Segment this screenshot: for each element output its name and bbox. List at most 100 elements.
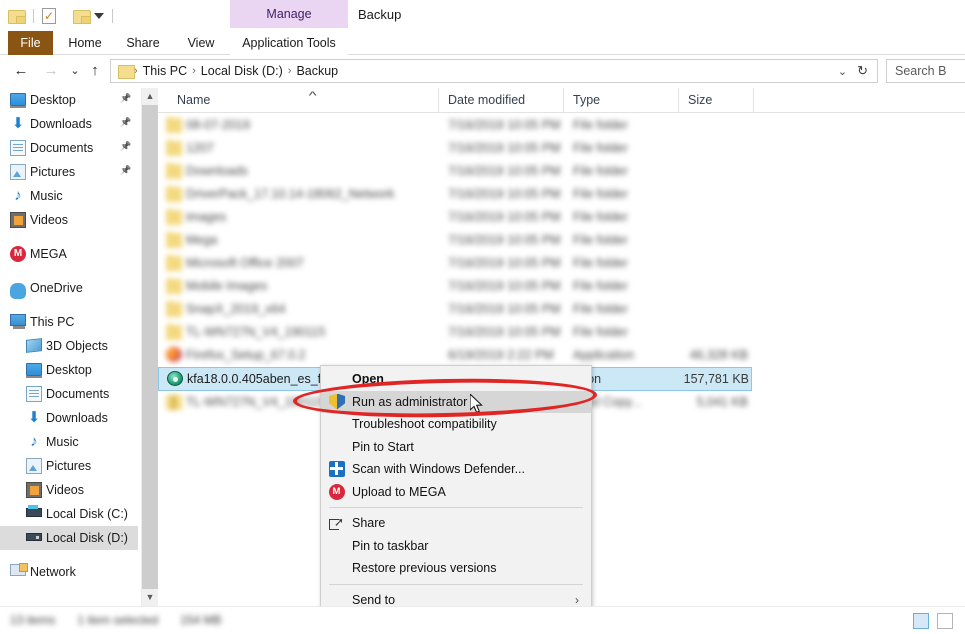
sidebar-item-pictures[interactable]: Pictures — [0, 454, 138, 478]
menu-item-open[interactable]: Open — [321, 368, 591, 391]
table-row[interactable]: Mega 7/16/2019 10:05 PM File folder — [158, 229, 965, 252]
sidebar-item-videos[interactable]: Videos — [0, 478, 138, 502]
back-button[interactable]: ← — [10, 60, 32, 82]
menu-item-restore-previous-versions[interactable]: Restore previous versions — [321, 557, 591, 580]
file-size: 157,781 KB — [683, 372, 749, 386]
file-size: 5,041 KB — [696, 395, 748, 409]
menu-item-label: Share — [352, 516, 386, 530]
sidebar-item-network[interactable]: Network — [0, 560, 138, 584]
large-icons-view-button[interactable] — [937, 613, 953, 629]
table-row[interactable]: images 7/16/2019 10:05 PM File folder — [158, 206, 965, 229]
sidebar-item-onedrive[interactable]: OneDrive — [0, 276, 138, 300]
tab-view[interactable]: View — [177, 31, 225, 55]
sidebar-item-this-pc[interactable]: This PC — [0, 310, 138, 334]
shield-icon — [329, 393, 345, 410]
sidebar-item-downloads[interactable]: ⬇ Downloads — [0, 406, 138, 430]
sidebar-item-label: Documents — [30, 141, 94, 155]
contextual-tab-group-label: Manage — [266, 7, 312, 21]
folder-icon[interactable] — [8, 9, 26, 24]
breadcrumb-local-disk-d[interactable]: Local Disk (D:) — [196, 64, 288, 78]
menu-item-run-as-administrator[interactable]: Run as administrator — [321, 390, 591, 413]
documents-icon — [10, 140, 26, 156]
sidebar-item-videos[interactable]: Videos — [0, 208, 138, 232]
file-explorer-window: Manage Backup File Home Share View Appli… — [0, 0, 965, 634]
pin-icon[interactable]: 📌 — [120, 165, 132, 178]
tab-file[interactable]: File — [8, 31, 53, 55]
file-size — [628, 160, 748, 183]
sidebar-item-local-disk-d[interactable]: Local Disk (D:) — [0, 526, 138, 550]
tab-home[interactable]: Home — [59, 31, 111, 55]
context-menu: Open Run as administrator Troubleshoot com… — [320, 365, 592, 634]
sidebar-item-local-disk-c[interactable]: Local Disk (C:) — [0, 502, 138, 526]
file-name: 08-07-2019 — [186, 118, 250, 132]
sidebar-item-label: OneDrive — [30, 281, 83, 295]
refresh-icon[interactable]: ↻ — [855, 63, 877, 79]
table-row[interactable]: Mobile Images 7/16/2019 10:05 PM File fold… — [158, 275, 965, 298]
sidebar-item-documents[interactable]: Documents 📌 — [0, 136, 138, 160]
file-name: Microsoft Office 2007 — [186, 256, 304, 270]
sidebar-item-desktop[interactable]: Desktop 📌 — [0, 88, 138, 112]
properties-icon[interactable] — [42, 8, 56, 24]
title-bar: Manage Backup — [0, 0, 965, 32]
scroll-down-icon[interactable]: ▼ — [142, 589, 158, 606]
table-row[interactable]: TL-WN727N_V4_190115 7/16/2019 10:05 PM Fil… — [158, 321, 965, 344]
sidebar-item-mega[interactable]: MEGA — [0, 242, 138, 266]
drive-d-icon — [26, 533, 42, 541]
recent-locations-button[interactable]: ⌄ — [64, 60, 86, 82]
sidebar-item-desktop[interactable]: Desktop — [0, 358, 138, 382]
details-view-button[interactable] — [913, 613, 929, 629]
file-date-modified: 6/19/2019 2:22 PM — [448, 348, 554, 362]
scroll-up-icon[interactable]: ▲ — [142, 88, 158, 105]
column-header-size[interactable]: Size — [678, 88, 753, 113]
menu-separator — [329, 583, 583, 585]
table-row[interactable]: Firefox_Setup_67.0.2 6/19/2019 2:22 PM App… — [158, 344, 965, 367]
chevron-down-icon[interactable]: ⌄ — [830, 65, 855, 78]
column-header-name[interactable]: Name ^ — [168, 88, 438, 113]
menu-item-pin-to-start[interactable]: Pin to Start — [321, 436, 591, 459]
pin-icon[interactable]: 📌 — [120, 117, 132, 130]
pin-icon[interactable]: 📌 — [120, 141, 132, 154]
sidebar-item-music[interactable]: ♪ Music — [0, 430, 138, 454]
menu-item-pin-to-taskbar[interactable]: Pin to taskbar — [321, 535, 591, 558]
tab-application-tools[interactable]: Application Tools — [230, 31, 348, 55]
menu-item-troubleshoot-compatibility[interactable]: Troubleshoot compatibility — [321, 413, 591, 436]
navigation-pane-scrollbar[interactable]: ▲ ▼ — [141, 88, 158, 606]
menu-item-scan-with-windows-defender[interactable]: Scan with Windows Defender... — [321, 458, 591, 481]
table-row[interactable]: Downloads 7/16/2019 10:05 PM File folder — [158, 160, 965, 183]
up-button[interactable]: ↑ — [84, 60, 106, 82]
menu-item-upload-to-mega[interactable]: Upload to MEGA — [321, 481, 591, 504]
table-row[interactable]: 08-07-2019 7/16/2019 10:05 PM File folder — [158, 114, 965, 137]
search-input[interactable]: Search B — [886, 59, 965, 83]
sidebar-item-documents[interactable]: Documents — [0, 382, 138, 406]
sidebar-item-3d-objects[interactable]: 3D Objects — [0, 334, 138, 358]
menu-item-share[interactable]: Share — [321, 511, 591, 535]
table-row[interactable]: DriverPack_17.10.14-18062_Network 7/16/20… — [158, 183, 965, 206]
column-header-type[interactable]: Type — [563, 88, 678, 113]
column-header-date-modified[interactable]: Date modified — [438, 88, 563, 113]
table-row[interactable]: Microsoft Office 2007 7/16/2019 10:05 PM F… — [158, 252, 965, 275]
address-bar[interactable]: › This PC › Local Disk (D:) › Backup ⌄ ↻ — [110, 59, 878, 83]
sidebar-item-label: Network — [30, 565, 76, 579]
sidebar-item-label: Desktop — [46, 363, 92, 377]
mega-icon — [10, 246, 26, 262]
breadcrumb-this-pc[interactable]: This PC — [138, 64, 192, 78]
forward-button[interactable]: → — [40, 60, 62, 82]
new-folder-icon[interactable] — [73, 9, 91, 24]
folder-icon — [166, 209, 182, 225]
sidebar-item-downloads[interactable]: ⬇ Downloads 📌 — [0, 112, 138, 136]
sidebar-item-pictures[interactable]: Pictures 📌 — [0, 160, 138, 184]
sidebar-item-label: MEGA — [30, 247, 67, 261]
status-selection: 1 item selected — [77, 613, 159, 627]
table-row[interactable]: SnapX_2019_x64 7/16/2019 10:05 PM File fol… — [158, 298, 965, 321]
breadcrumb-backup[interactable]: Backup — [291, 64, 343, 78]
tab-share[interactable]: Share — [117, 31, 169, 55]
sidebar-item-music[interactable]: ♪ Music — [0, 184, 138, 208]
pin-icon[interactable]: 📌 — [120, 93, 132, 106]
onedrive-icon — [10, 283, 26, 299]
customize-caret-icon[interactable] — [94, 13, 104, 19]
file-name: Mega — [186, 233, 218, 247]
music-icon: ♪ — [14, 187, 22, 204]
scrollbar-thumb[interactable] — [142, 105, 158, 589]
table-row[interactable]: 1207 7/16/2019 10:05 PM File folder — [158, 137, 965, 160]
downloads-icon: ⬇ — [27, 409, 41, 426]
